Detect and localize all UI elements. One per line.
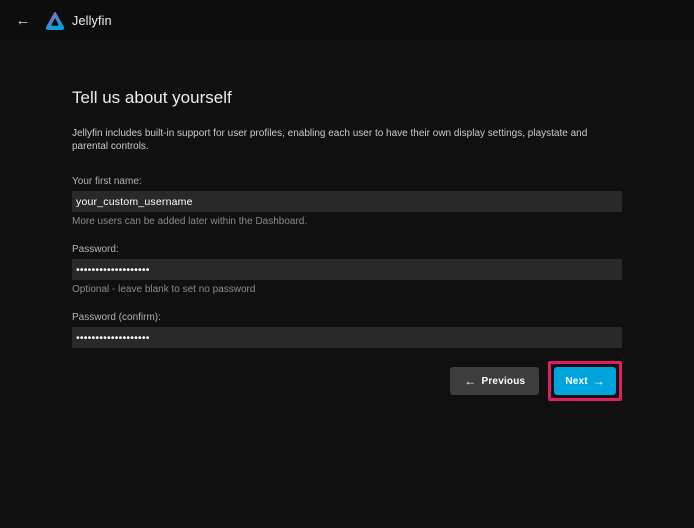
setup-form-page: Tell us about yourself Jellyfin includes…	[0, 88, 694, 401]
password-field-group: Password: Optional - leave blank to set …	[72, 244, 622, 296]
arrow-right-icon: →	[593, 374, 605, 388]
arrow-left-icon: ←	[464, 374, 476, 388]
jellyfin-logo-icon	[45, 11, 65, 31]
password-confirm-field-group: Password (confirm):	[72, 312, 622, 348]
next-button-label: Next	[565, 376, 587, 387]
back-icon[interactable]: ←	[10, 8, 36, 34]
password-input[interactable]	[72, 259, 622, 280]
app-title: Jellyfin	[72, 14, 112, 28]
app-header: ← Jellyfin	[0, 0, 694, 41]
username-input[interactable]	[72, 191, 622, 212]
previous-button-label: Previous	[481, 376, 525, 387]
username-label: Your first name:	[72, 176, 622, 188]
next-button[interactable]: Next →	[554, 367, 616, 395]
password-helper-text: Optional - leave blank to set no passwor…	[72, 284, 622, 296]
page-title: Tell us about yourself	[72, 88, 622, 108]
password-confirm-input[interactable]	[72, 327, 622, 348]
username-helper-text: More users can be added later within the…	[72, 216, 622, 228]
page-description: Jellyfin includes built-in support for u…	[72, 127, 622, 153]
wizard-actions: ← Previous Next →	[72, 361, 622, 401]
username-field-group: Your first name: More users can be added…	[72, 176, 622, 228]
jellyfin-setup-wizard: ← Jellyfin Tell us about yourself Jellyf…	[0, 0, 694, 528]
password-label: Password:	[72, 244, 622, 256]
next-button-highlight-box: Next →	[548, 361, 622, 401]
jellyfin-logo: Jellyfin	[45, 11, 112, 31]
user-profile-form: Your first name: More users can be added…	[72, 176, 622, 401]
previous-button[interactable]: ← Previous	[450, 367, 539, 395]
password-confirm-label: Password (confirm):	[72, 312, 622, 324]
